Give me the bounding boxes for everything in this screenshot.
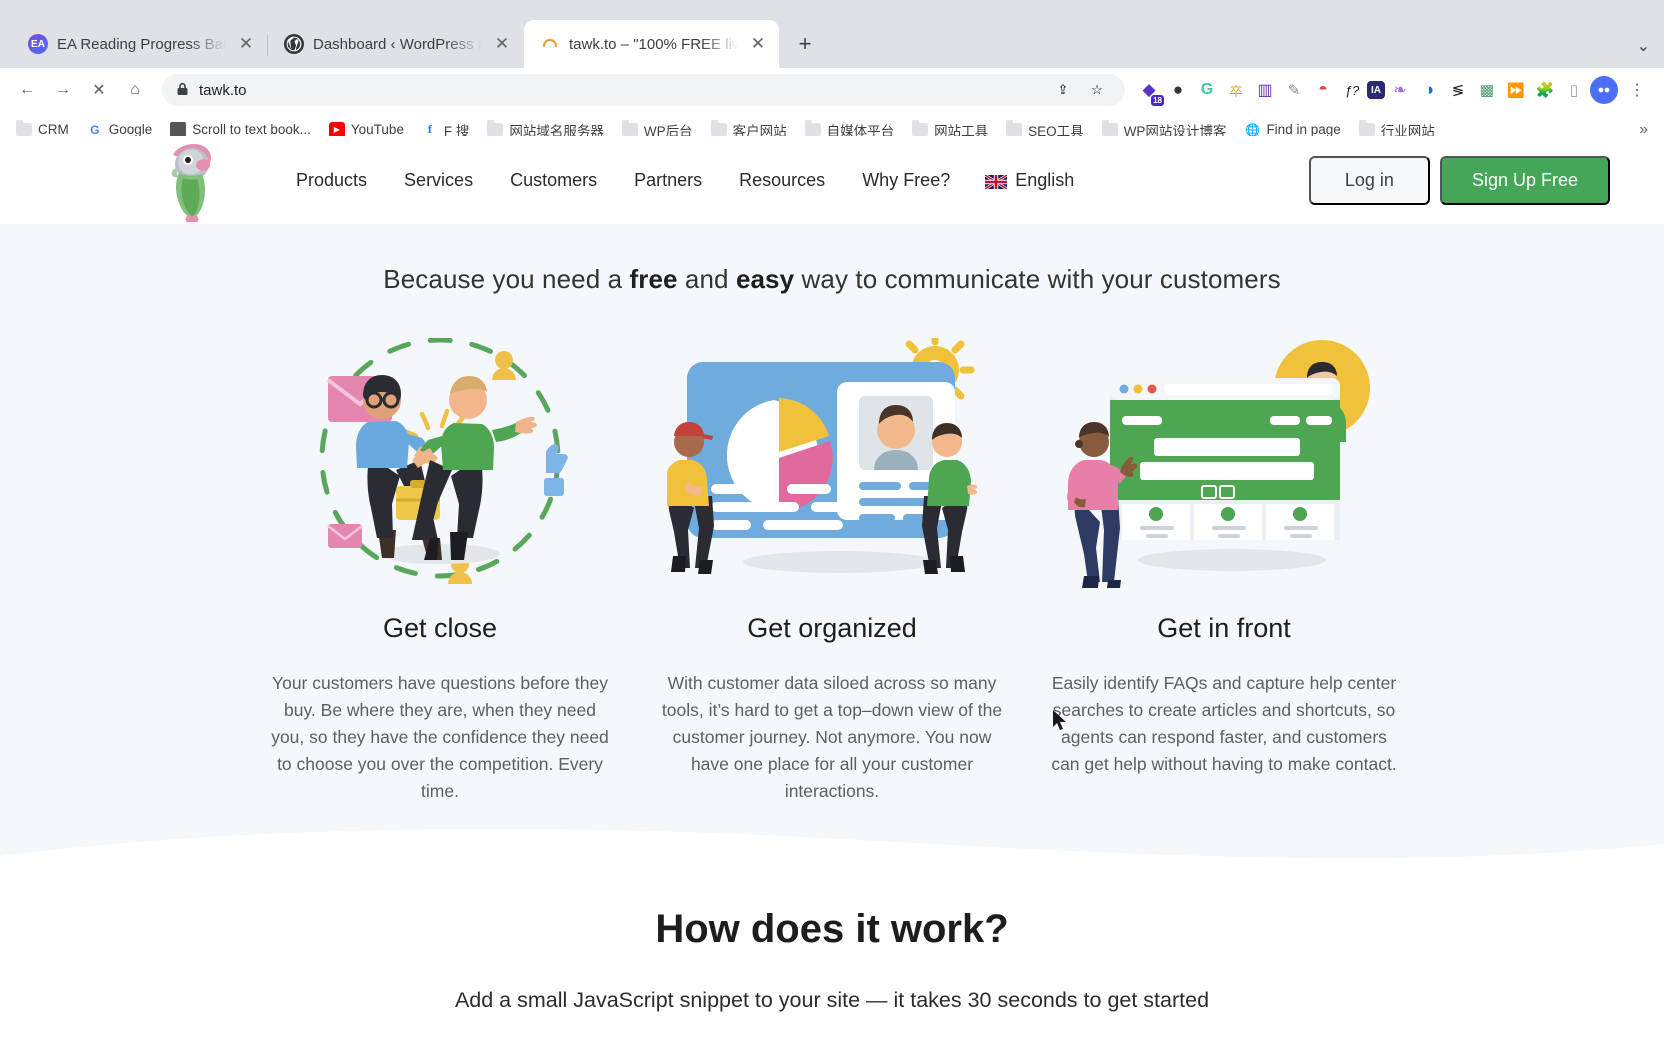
feature-card-get-organized: Get organized With customer data siloed … bbox=[636, 329, 1028, 805]
tawkto-parrot-logo[interactable] bbox=[118, 138, 268, 222]
bookmark-label: Scroll to text book... bbox=[192, 122, 311, 137]
extension-side-panel-icon[interactable]: ▯ bbox=[1560, 76, 1588, 104]
hero-title-free: free bbox=[629, 264, 678, 294]
extension-notes-icon[interactable]: ✎ bbox=[1280, 76, 1308, 104]
forward-icon[interactable]: → bbox=[46, 73, 80, 107]
uk-flag-icon bbox=[984, 173, 1008, 191]
ea-favicon: EA bbox=[28, 34, 48, 54]
dashboard-illustration bbox=[648, 329, 1016, 597]
lock-icon bbox=[176, 82, 189, 99]
bookmark-label: Find in page bbox=[1266, 122, 1341, 137]
hero-section: Because you need a free and easy way to … bbox=[0, 224, 1664, 885]
site-navbar: Products Services Customers Partners Res… bbox=[0, 136, 1664, 224]
bookmark-star-icon[interactable]: ☆ bbox=[1083, 76, 1111, 104]
card-text: With customer data siloed across so many… bbox=[661, 673, 1003, 801]
hero-title-post: way to communicate with your customers bbox=[794, 264, 1281, 294]
extension-seo-icon[interactable]: 卒 bbox=[1222, 76, 1250, 104]
webpage-viewport: Products Services Customers Partners Res… bbox=[0, 136, 1664, 1040]
close-icon[interactable]: ✕ bbox=[747, 33, 769, 55]
extension-image-tile-icon[interactable]: ▩ bbox=[1473, 76, 1501, 104]
hero-title-pre: Because you need a bbox=[383, 264, 630, 294]
tab-title: Dashboard ‹ WordPress Daily | bbox=[313, 35, 482, 53]
feature-card-get-in-front: Get in front Easily identify FAQs and ca… bbox=[1028, 329, 1420, 805]
how-it-works-subheading: Add a small JavaScript snippet to your s… bbox=[454, 988, 1210, 1012]
bookmark-label: Google bbox=[108, 122, 153, 137]
share-icon[interactable]: ⇪ bbox=[1049, 76, 1077, 104]
url-text: tawk.to bbox=[199, 81, 247, 99]
knowledge-base-illustration bbox=[1040, 329, 1408, 597]
extension-pokeball-icon[interactable]: ◓ bbox=[1309, 76, 1337, 104]
tab-title: tawk.to – "100% FREE live cha bbox=[569, 35, 738, 53]
nav-link-customers[interactable]: Customers bbox=[508, 164, 599, 197]
extensions-row: ◆ 18 ● G 卒 ▥ ✎ ◓ ƒ? IA ❧ ◑ ≶ ▩ ⏩ 🧩 ▯ bbox=[1135, 76, 1588, 106]
browser-chrome: EA EA Reading Progress Bar | Esse ✕ Dash… bbox=[0, 0, 1664, 148]
tawkto-favicon bbox=[540, 34, 560, 54]
chevron-down-icon[interactable]: ⌄ bbox=[1637, 36, 1650, 56]
extension-leaf-purple-icon[interactable]: ❧ bbox=[1386, 76, 1414, 104]
tab-strip-right: ⌄ bbox=[1637, 36, 1664, 68]
hero-title-mid: and bbox=[677, 264, 736, 294]
tab-strip: EA EA Reading Progress Bar | Esse ✕ Dash… bbox=[0, 0, 1664, 68]
omnibox-actions: ⇪ ☆ bbox=[1049, 76, 1111, 104]
extension-purple-box-icon[interactable]: ▥ bbox=[1251, 76, 1279, 104]
language-selector[interactable]: English bbox=[984, 169, 1075, 191]
extension-feather-icon[interactable]: ≶ bbox=[1444, 76, 1472, 104]
feature-card-get-close: Get close Your customers have questions … bbox=[244, 329, 636, 805]
browser-menu-icon[interactable]: ⋮ bbox=[1620, 73, 1654, 107]
extension-dark-oval-icon[interactable]: ● bbox=[1164, 76, 1192, 104]
extension-blue-circle-icon[interactable]: ◑ bbox=[1415, 76, 1443, 104]
handshake-illustration bbox=[256, 329, 624, 597]
tab-tawkto[interactable]: tawk.to – "100% FREE live cha ✕ bbox=[524, 20, 779, 68]
card-text: Easily identify FAQs and capture help ce… bbox=[1051, 673, 1397, 774]
profile-avatar[interactable] bbox=[1590, 76, 1618, 104]
tab-wordpress-dashboard[interactable]: Dashboard ‹ WordPress Daily | ✕ bbox=[268, 20, 523, 68]
close-icon[interactable]: ✕ bbox=[235, 33, 257, 55]
card-title: Get organized bbox=[747, 613, 917, 643]
signup-button[interactable]: Sign Up Free bbox=[1439, 155, 1610, 205]
card-title: Get close bbox=[382, 613, 498, 643]
nav-link-services[interactable]: Services bbox=[402, 164, 475, 197]
how-it-works-section: How does it work? Add a small JavaScript… bbox=[0, 885, 1664, 1013]
tab-title: EA Reading Progress Bar | Esse bbox=[57, 35, 226, 53]
close-icon[interactable]: ✕ bbox=[491, 33, 513, 55]
tab-ea-reading-progress-bar[interactable]: EA EA Reading Progress Bar | Esse ✕ bbox=[12, 20, 268, 68]
browser-toolbar: ← → ✕ ⌂ tawk.to ⇪ ☆ ◆ 18 ● G 卒 ▥ ✎ ◓ ƒ? … bbox=[0, 68, 1664, 112]
nav-link-resources[interactable]: Resources bbox=[737, 164, 827, 197]
nav-link-products[interactable]: Products bbox=[294, 164, 369, 197]
extension-grammarly-icon[interactable]: G bbox=[1193, 76, 1221, 104]
bookmark-label: YouTube bbox=[350, 122, 404, 137]
card-text: Your customers have questions before the… bbox=[271, 673, 609, 801]
section-wave-divider bbox=[0, 829, 1664, 885]
bookmark-label: CRM bbox=[38, 122, 69, 137]
site-nav-actions: Log in Sign Up Free bbox=[1308, 155, 1610, 205]
extension-ia-icon[interactable]: IA bbox=[1367, 81, 1385, 99]
how-it-works-heading: How does it work? bbox=[655, 907, 1009, 951]
new-tab-button[interactable]: + bbox=[788, 27, 822, 61]
back-icon[interactable]: ← bbox=[10, 73, 44, 107]
nav-link-partners[interactable]: Partners bbox=[632, 164, 704, 197]
address-bar[interactable]: tawk.to ⇪ ☆ bbox=[162, 74, 1125, 106]
card-title: Get in front bbox=[1157, 613, 1291, 643]
feature-cards: Get close Your customers have questions … bbox=[0, 295, 1664, 805]
wordpress-favicon bbox=[284, 34, 304, 54]
extension-function-icon[interactable]: ƒ? bbox=[1338, 76, 1366, 104]
extension-badge: 18 bbox=[1151, 95, 1164, 106]
language-label: English bbox=[1015, 169, 1075, 190]
extension-shapes-icon[interactable]: ◆ 18 bbox=[1135, 76, 1164, 106]
site-nav-links: Products Services Customers Partners Res… bbox=[294, 164, 1074, 197]
hero-title: Because you need a free and easy way to … bbox=[0, 264, 1664, 295]
extension-puzzle-icon[interactable]: 🧩 bbox=[1531, 76, 1559, 104]
login-button[interactable]: Log in bbox=[1308, 155, 1430, 205]
stop-icon[interactable]: ✕ bbox=[82, 73, 116, 107]
extension-fast-forward-icon[interactable]: ⏩ bbox=[1502, 76, 1530, 104]
home-icon[interactable]: ⌂ bbox=[118, 73, 152, 107]
browser-window: EA EA Reading Progress Bar | Esse ✕ Dash… bbox=[0, 0, 1664, 1040]
nav-link-why-free[interactable]: Why Free? bbox=[860, 164, 952, 197]
hero-title-easy: easy bbox=[735, 264, 795, 294]
